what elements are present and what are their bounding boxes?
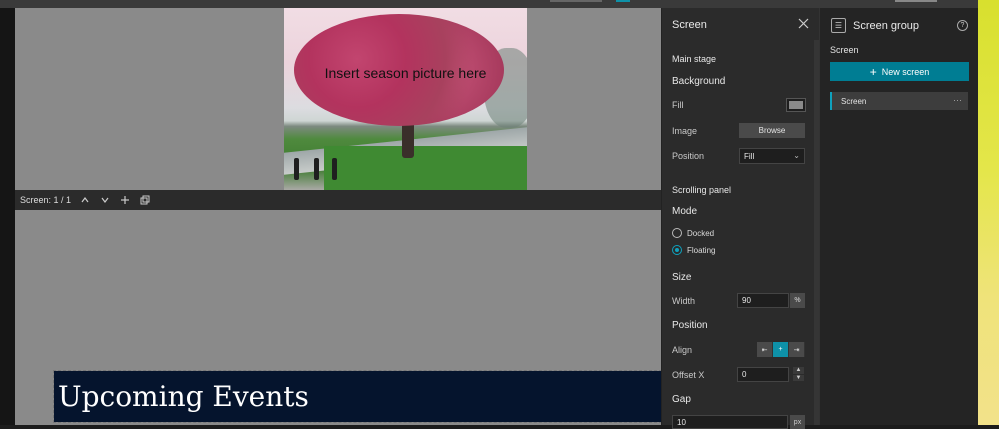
fill-color-chip: [789, 101, 803, 109]
align-right-icon[interactable]: ⇥: [789, 342, 805, 357]
screen-indicator: Screen: 1 / 1: [20, 195, 72, 205]
events-title-block[interactable]: Upcoming Events: [53, 370, 662, 423]
screen-list-item[interactable]: Screen ···: [830, 92, 968, 110]
screen-list-item-label: Screen: [841, 96, 867, 106]
screen-navigation-bar: Screen: 1 / 1: [15, 190, 661, 210]
duplicate-screen-icon[interactable]: [137, 192, 153, 208]
chevron-up-icon[interactable]: [77, 192, 93, 208]
browse-button[interactable]: Browse: [739, 123, 805, 138]
offset-x-input[interactable]: 0: [737, 367, 789, 382]
offset-x-stepper: ▲ ▼: [793, 367, 804, 382]
align-left-icon[interactable]: ⇤: [757, 342, 773, 357]
new-screen-button[interactable]: + New screen: [830, 62, 969, 81]
offset-x-label: Offset X: [672, 370, 705, 380]
add-screen-icon[interactable]: [117, 192, 133, 208]
docked-radio[interactable]: [672, 228, 682, 238]
gap-heading: Gap: [672, 394, 691, 405]
image-label: Image: [672, 126, 698, 136]
main-stage-heading: Main stage: [672, 54, 717, 64]
screen-group-title: Screen group: [853, 20, 920, 32]
bollard: [332, 158, 337, 180]
more-options-icon[interactable]: ···: [953, 95, 962, 105]
grass: [324, 146, 527, 190]
season-picture[interactable]: Insert season picture here: [284, 8, 527, 190]
position-heading: Position: [672, 320, 708, 331]
docked-label[interactable]: Docked: [687, 229, 714, 238]
bollard: [314, 158, 319, 180]
floating-radio[interactable]: [672, 245, 682, 255]
position-select-value: Fill: [744, 151, 755, 161]
picture-caption[interactable]: Insert season picture here: [284, 65, 527, 81]
size-heading: Size: [672, 272, 692, 283]
screen-group-panel: ☰ Screen group ? Screen + New screen Scr…: [819, 8, 978, 425]
width-unit[interactable]: %: [790, 293, 805, 308]
top-toolbar: [0, 0, 999, 8]
toolbar-button[interactable]: [895, 0, 937, 2]
bollard: [294, 158, 299, 180]
close-icon[interactable]: [798, 17, 809, 32]
align-label: Align: [672, 345, 693, 355]
toolbar-button[interactable]: [550, 0, 602, 2]
screen-group-icon: ☰: [831, 18, 846, 33]
chevron-down-icon: ⌄: [793, 151, 800, 160]
width-label: Width: [672, 296, 696, 306]
fill-color-swatch[interactable]: [786, 98, 806, 112]
width-input[interactable]: 90: [737, 293, 789, 308]
new-screen-label: New screen: [881, 66, 930, 77]
gap-input[interactable]: 10: [672, 415, 788, 429]
position-select[interactable]: Fill ⌄: [739, 148, 805, 164]
fill-label: Fill: [672, 100, 684, 110]
scrolling-panel-heading: Scrolling panel: [672, 185, 732, 195]
mode-heading: Mode: [672, 206, 698, 217]
floating-label[interactable]: Floating: [687, 246, 715, 255]
desktop-background: [978, 0, 999, 425]
gap-unit[interactable]: px: [790, 415, 805, 429]
stepper-down-icon[interactable]: ▼: [793, 374, 804, 381]
align-center-icon[interactable]: +: [773, 342, 789, 357]
panel-title: Screen: [672, 19, 707, 31]
toolbar-active-button[interactable]: [616, 0, 630, 2]
position-label: Position: [672, 151, 705, 161]
left-strip: [0, 8, 15, 425]
stepper-up-icon[interactable]: ▲: [793, 367, 804, 374]
align-button-group: ⇤ + ⇥: [757, 342, 805, 357]
screen-settings-panel: Screen Main stage Background Fill Image …: [661, 8, 819, 429]
background-heading: Background: [672, 76, 726, 87]
plus-icon: +: [869, 64, 877, 79]
chevron-down-icon[interactable]: [97, 192, 113, 208]
help-icon[interactable]: ?: [957, 20, 968, 31]
screen-section-heading: Screen: [830, 45, 859, 55]
